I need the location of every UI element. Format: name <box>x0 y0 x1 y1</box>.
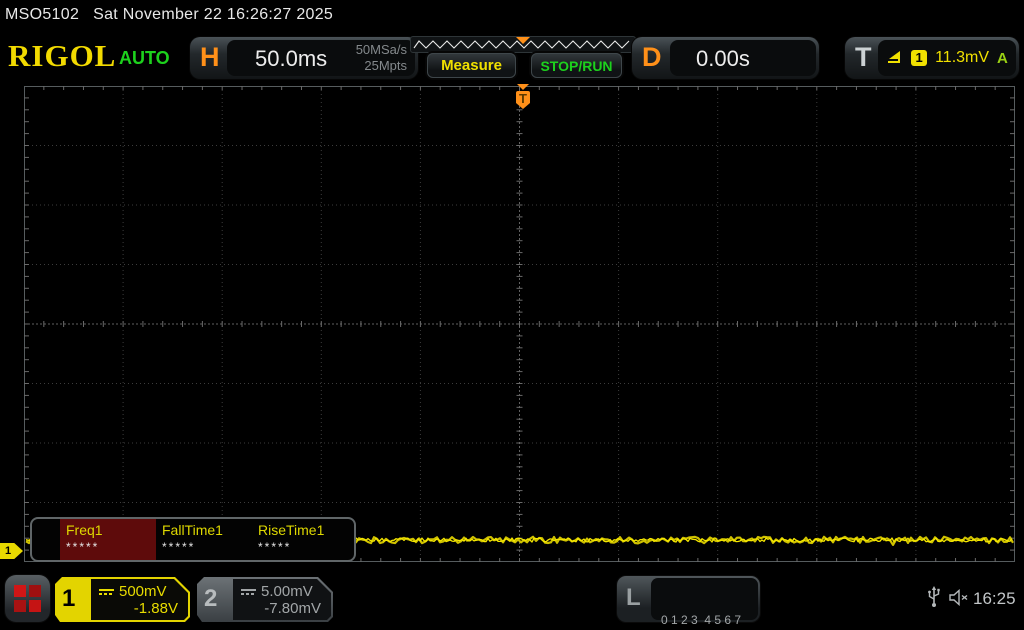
rising-edge-icon <box>886 50 903 66</box>
logic-channel-list: 0 1 2 3 4 5 6 7 8 9 1011 12131415 <box>651 578 758 620</box>
channel1-number: 1 <box>62 585 75 613</box>
memory-depth: 25Mpts <box>356 58 407 74</box>
logic-analyzer-badge[interactable]: L 0 1 2 3 4 5 6 7 8 9 1011 12131415 <box>617 576 760 622</box>
rigol-logo: RIGOL <box>8 38 116 74</box>
logic-channels-row1: 0 1 2 3 4 5 6 7 <box>661 613 758 628</box>
acquisition-mode-label: AUTO <box>119 48 170 69</box>
measurement-drag-handle[interactable] <box>32 519 60 560</box>
channel1-values: 500mV -1.88V <box>91 579 188 620</box>
dc-coupling-icon <box>241 589 256 595</box>
measurement-value: ***** <box>66 540 156 554</box>
channel1-offset: -1.88V <box>134 600 178 617</box>
measurement-cell-falltime1[interactable]: FallTime1 ***** <box>156 519 252 560</box>
measurement-label: RiseTime1 <box>258 522 348 538</box>
clock: 16:25 <box>973 589 1016 609</box>
measurement-cell-freq1[interactable]: Freq1 ***** <box>60 519 156 560</box>
usb-icon <box>927 586 941 608</box>
svg-text:T: T <box>519 91 527 106</box>
measurement-value: ***** <box>162 540 252 554</box>
graticule <box>24 86 1015 562</box>
speaker-muted-icon <box>949 589 969 606</box>
horizontal-label: H <box>200 42 220 73</box>
delay-settings-box[interactable]: D 0.00s <box>632 37 819 79</box>
channel1-ground-marker[interactable]: 1 <box>0 543 23 559</box>
trigger-position-marker[interactable]: T <box>513 84 533 114</box>
sample-rate-block: 50MSa/s 25Mpts <box>356 42 407 73</box>
measurement-label: FallTime1 <box>162 522 252 538</box>
channel2-values: 5.00mV -7.80mV <box>233 579 331 620</box>
stop-run-button[interactable]: STOP/RUN <box>531 53 622 78</box>
stop-run-button-label: STOP/RUN <box>540 58 612 74</box>
horizontal-settings-box[interactable]: H 50.0ms 50MSa/s 25Mpts <box>190 37 418 79</box>
delay-value: 0.00s <box>696 46 750 72</box>
measurement-overlay[interactable]: Freq1 ***** FallTime1 ***** RiseTime1 **… <box>30 517 356 562</box>
measurement-label: Freq1 <box>66 522 156 538</box>
channel1-badge[interactable]: 1 500mV -1.88V <box>55 577 190 622</box>
app-menu-button[interactable] <box>5 575 50 622</box>
measure-button-label: Measure <box>441 57 502 74</box>
waveform-preview-bar[interactable] <box>410 36 636 53</box>
timebase-value: 50.0ms <box>255 46 327 72</box>
measurement-cell-risetime1[interactable]: RiseTime1 ***** <box>252 519 348 560</box>
model-name: MSO5102 <box>5 6 79 24</box>
channel2-number: 2 <box>204 585 217 613</box>
sample-rate: 50MSa/s <box>356 42 407 58</box>
trigger-level-value: 11.3mV <box>935 49 989 67</box>
channel2-badge[interactable]: 2 5.00mV -7.80mV <box>197 577 333 622</box>
dc-coupling-icon <box>99 589 114 595</box>
horizontal-pill: 50.0ms 50MSa/s 25Mpts <box>227 40 415 76</box>
trigger-source-badge: 1 <box>911 50 927 66</box>
delay-pill: 0.00s <box>670 40 816 76</box>
delay-label: D <box>642 42 662 73</box>
trigger-coupling: A <box>997 50 1008 67</box>
trigger-settings-box[interactable]: T 1 11.3mV A <box>845 37 1019 79</box>
app-grid-icon <box>14 585 41 612</box>
trigger-pill: 1 11.3mV A <box>878 40 1016 76</box>
measure-button[interactable]: Measure <box>427 53 516 78</box>
channel2-scale: 5.00mV <box>261 583 313 600</box>
datetime: Sat November 22 16:26:27 2025 <box>93 6 333 24</box>
channel1-ground-marker-label: 1 <box>5 545 11 557</box>
logic-analyzer-label: L <box>626 584 641 612</box>
channel1-scale: 500mV <box>119 583 167 600</box>
trigger-label: T <box>855 42 872 73</box>
channel2-offset: -7.80mV <box>264 600 321 617</box>
oscilloscope-screen: MSO5102 Sat November 22 16:26:27 2025 RI… <box>0 0 1024 630</box>
measurement-value: ***** <box>258 540 348 554</box>
titlebar: MSO5102 Sat November 22 16:26:27 2025 <box>0 0 1024 30</box>
preview-trigger-position-icon <box>516 37 530 44</box>
